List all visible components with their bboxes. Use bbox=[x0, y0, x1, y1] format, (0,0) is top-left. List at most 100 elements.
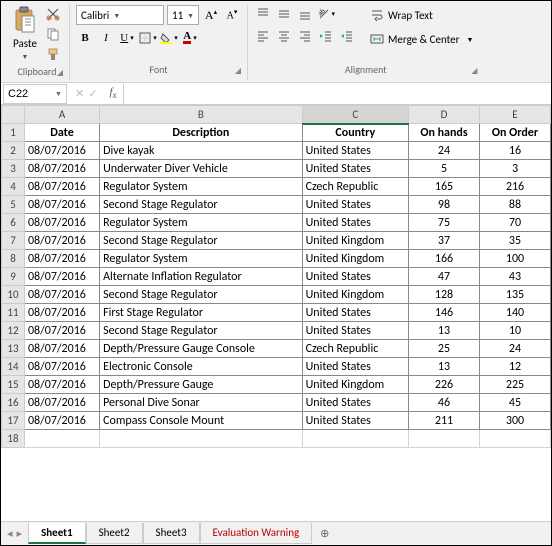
cell[interactable]: 98 bbox=[409, 196, 480, 214]
cell[interactable]: Regulator System bbox=[100, 250, 302, 268]
decrease-indent-button[interactable] bbox=[317, 27, 335, 45]
cell[interactable]: 13 bbox=[409, 322, 480, 340]
column-header-D[interactable]: D bbox=[409, 106, 480, 124]
formula-input[interactable] bbox=[123, 84, 551, 104]
cell[interactable]: 08/07/2016 bbox=[24, 232, 99, 250]
cell[interactable]: 10 bbox=[479, 322, 550, 340]
cell[interactable]: 08/07/2016 bbox=[24, 376, 99, 394]
row-header[interactable]: 3 bbox=[2, 160, 25, 178]
column-header-C[interactable]: C bbox=[302, 106, 408, 124]
cell[interactable]: First Stage Regulator bbox=[100, 304, 302, 322]
cell[interactable]: 08/07/2016 bbox=[24, 340, 99, 358]
worksheet-grid[interactable]: ABCDE 1DateDescriptionCountryOn handsOn … bbox=[1, 105, 551, 521]
cell[interactable]: 08/07/2016 bbox=[24, 394, 99, 412]
cell[interactable]: 08/07/2016 bbox=[24, 286, 99, 304]
cell[interactable]: United Kingdom bbox=[302, 250, 408, 268]
cell[interactable]: Compass Console Mount bbox=[100, 412, 302, 430]
fill-color-button[interactable] bbox=[160, 29, 178, 47]
underline-button[interactable]: U bbox=[118, 29, 136, 47]
cell[interactable]: Regulator System bbox=[100, 178, 302, 196]
cell[interactable]: 46 bbox=[409, 394, 480, 412]
name-box[interactable]: ▼ bbox=[3, 84, 67, 104]
cell[interactable]: Second Stage Regulator bbox=[100, 286, 302, 304]
cell[interactable]: 08/07/2016 bbox=[24, 214, 99, 232]
header-cell[interactable]: On Order bbox=[479, 124, 550, 142]
row-header[interactable]: 9 bbox=[2, 268, 25, 286]
cell[interactable]: Dive kayak bbox=[100, 142, 302, 160]
cell[interactable]: 165 bbox=[409, 178, 480, 196]
cell[interactable]: 88 bbox=[479, 196, 550, 214]
font-name-combo[interactable]: Calibri▼ bbox=[76, 5, 164, 25]
cell[interactable]: 37 bbox=[409, 232, 480, 250]
row-header[interactable]: 1 bbox=[2, 124, 25, 142]
cell[interactable]: United States bbox=[302, 412, 408, 430]
cell[interactable]: 75 bbox=[409, 214, 480, 232]
row-header[interactable]: 17 bbox=[2, 412, 25, 430]
cell[interactable]: 08/07/2016 bbox=[24, 178, 99, 196]
cell[interactable]: United Kingdom bbox=[302, 376, 408, 394]
cell[interactable]: 08/07/2016 bbox=[24, 358, 99, 376]
select-all-corner[interactable] bbox=[2, 106, 25, 124]
italic-button[interactable]: I bbox=[97, 29, 115, 47]
row-header[interactable]: 16 bbox=[2, 394, 25, 412]
align-top-button[interactable] bbox=[254, 5, 272, 23]
cell[interactable] bbox=[302, 430, 408, 448]
cell[interactable]: 43 bbox=[479, 268, 550, 286]
cell[interactable]: Second Stage Regulator bbox=[100, 322, 302, 340]
column-header-B[interactable]: B bbox=[100, 106, 302, 124]
cell[interactable]: 08/07/2016 bbox=[24, 412, 99, 430]
row-header[interactable]: 12 bbox=[2, 322, 25, 340]
cell[interactable]: United States bbox=[302, 394, 408, 412]
sheet-tab-sheet3[interactable]: Sheet3 bbox=[143, 523, 200, 544]
row-header[interactable]: 5 bbox=[2, 196, 25, 214]
cell[interactable]: Underwater Diver Vehicle bbox=[100, 160, 302, 178]
name-box-input[interactable] bbox=[4, 88, 52, 100]
cell[interactable] bbox=[24, 430, 99, 448]
align-bottom-button[interactable] bbox=[296, 5, 314, 23]
cell[interactable]: 25 bbox=[409, 340, 480, 358]
cut-button[interactable] bbox=[43, 5, 63, 23]
tab-nav-last[interactable]: ▸ bbox=[17, 527, 23, 540]
cell[interactable]: 140 bbox=[479, 304, 550, 322]
cell[interactable]: United States bbox=[302, 304, 408, 322]
decrease-font-button[interactable]: A▾ bbox=[223, 6, 241, 24]
cell[interactable]: 13 bbox=[409, 358, 480, 376]
cell[interactable]: 08/07/2016 bbox=[24, 322, 99, 340]
insert-function-button[interactable]: fx bbox=[103, 86, 122, 100]
column-header-A[interactable]: A bbox=[24, 106, 99, 124]
cell[interactable]: United States bbox=[302, 196, 408, 214]
font-launcher[interactable]: ◢ bbox=[235, 66, 241, 76]
sheet-tab-sheet2[interactable]: Sheet2 bbox=[86, 523, 143, 544]
sheet-tab-evaluation-warning[interactable]: Evaluation Warning bbox=[200, 523, 313, 544]
cell[interactable]: United States bbox=[302, 322, 408, 340]
row-header[interactable]: 11 bbox=[2, 304, 25, 322]
cell[interactable]: Second Stage Regulator bbox=[100, 196, 302, 214]
cell[interactable]: 35 bbox=[479, 232, 550, 250]
font-color-button[interactable]: A bbox=[181, 29, 199, 47]
row-header[interactable]: 8 bbox=[2, 250, 25, 268]
cell[interactable]: 166 bbox=[409, 250, 480, 268]
align-middle-button[interactable] bbox=[275, 5, 293, 23]
align-right-button[interactable] bbox=[296, 27, 314, 45]
header-cell[interactable]: Country bbox=[302, 124, 408, 142]
cell[interactable]: Personal Dive Sonar bbox=[100, 394, 302, 412]
tab-nav-first[interactable]: ◂ bbox=[7, 527, 13, 540]
cell[interactable]: 135 bbox=[479, 286, 550, 304]
row-header[interactable]: 2 bbox=[2, 142, 25, 160]
clipboard-launcher[interactable]: ◢ bbox=[57, 68, 63, 78]
cell[interactable]: United Kingdom bbox=[302, 232, 408, 250]
row-header[interactable]: 18 bbox=[2, 430, 25, 448]
row-header[interactable]: 14 bbox=[2, 358, 25, 376]
cell[interactable]: 08/07/2016 bbox=[24, 268, 99, 286]
wrap-text-button[interactable]: Wrap Text bbox=[366, 5, 477, 25]
cell[interactable]: 08/07/2016 bbox=[24, 142, 99, 160]
cell[interactable] bbox=[100, 430, 302, 448]
cell[interactable]: 08/07/2016 bbox=[24, 160, 99, 178]
row-header[interactable]: 6 bbox=[2, 214, 25, 232]
cell[interactable]: United States bbox=[302, 142, 408, 160]
merge-center-button[interactable]: Merge & Center▼ bbox=[366, 29, 477, 49]
cell[interactable]: United States bbox=[302, 214, 408, 232]
increase-font-button[interactable]: A▴ bbox=[202, 6, 220, 24]
header-cell[interactable]: Date bbox=[24, 124, 99, 142]
cell[interactable]: 70 bbox=[479, 214, 550, 232]
